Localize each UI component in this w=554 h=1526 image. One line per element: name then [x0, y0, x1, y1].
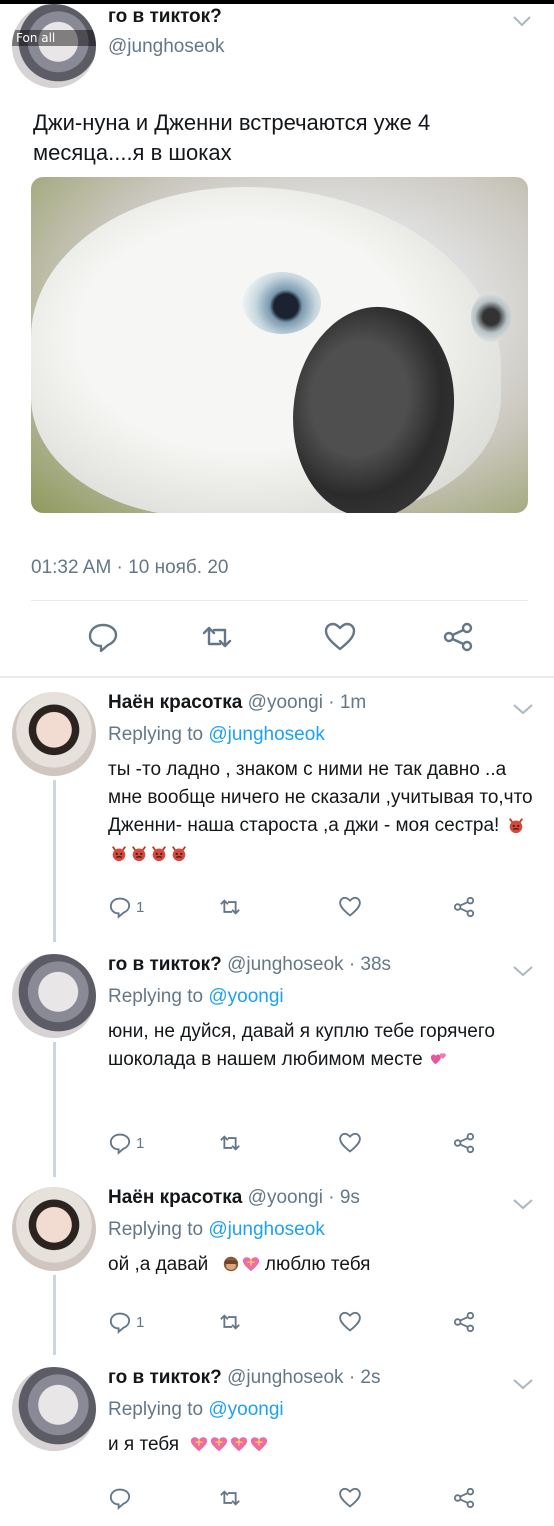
- divider: [0, 676, 554, 678]
- avatar[interactable]: Fon all: [12, 4, 96, 88]
- reply-actions: 1: [108, 1307, 538, 1337]
- reply-tweet: Наён красотка @yoongi · 1m Replying to @…: [0, 680, 554, 942]
- replying-label: Replying to: [108, 986, 204, 1007]
- reply-icon[interactable]: [108, 1131, 132, 1155]
- replying-label: Replying to: [108, 1399, 204, 1420]
- reply-text: ты -то ладно , знаком с ними не так давн…: [108, 756, 538, 868]
- main-tweet: Fon all го в тикток? @junghoseok Джи-нун…: [0, 0, 554, 676]
- tweet-text: Джи-нуна и Дженни встречаются уже 4 меся…: [33, 110, 431, 165]
- devil-emoji-icon: [151, 846, 167, 862]
- heart-with-ribbon-emoji-icon: [231, 1437, 248, 1452]
- like-icon[interactable]: [338, 895, 362, 919]
- retweet-icon[interactable]: [218, 1486, 242, 1510]
- chevron-down-icon[interactable]: [512, 964, 534, 978]
- share-icon[interactable]: [452, 895, 476, 919]
- author-name[interactable]: го в тикток?: [108, 6, 222, 28]
- author-handle-time[interactable]: @junghoseok · 38s: [227, 954, 391, 975]
- reply-tweet: го в тикток? @junghoseok · 2s Replying t…: [0, 1355, 554, 1526]
- author-handle-time[interactable]: @yoongi · 1m: [248, 692, 367, 713]
- avatar[interactable]: [12, 954, 96, 1038]
- heart-with-ribbon-emoji-icon: [211, 1437, 228, 1452]
- reply-icon[interactable]: [108, 1310, 132, 1334]
- reply-count: 1: [136, 898, 145, 916]
- reply-tweet: Наён красотка @yoongi · 9s Replying to @…: [0, 1175, 554, 1355]
- reply-actions: 1: [108, 1128, 538, 1158]
- like-icon[interactable]: [323, 620, 357, 654]
- heart-with-ribbon-emoji-icon: [191, 1437, 208, 1452]
- thread-line: [53, 1275, 56, 1355]
- author-name[interactable]: го в тикток?: [108, 954, 222, 975]
- reply-icon[interactable]: [108, 895, 132, 919]
- replying-to-link[interactable]: @yoongi: [208, 1399, 283, 1420]
- heart-with-ribbon-emoji-icon: [251, 1437, 268, 1452]
- share-icon[interactable]: [452, 1131, 476, 1155]
- tweet-timestamp: 01:32 AM · 10 нояб. 20: [31, 557, 229, 578]
- chevron-down-icon[interactable]: [512, 14, 532, 28]
- author-handle-time[interactable]: @yoongi · 9s: [248, 1187, 360, 1208]
- retweet-icon[interactable]: [218, 1310, 242, 1334]
- share-icon[interactable]: [441, 620, 475, 654]
- reply-actions: 1: [108, 892, 538, 922]
- reply-icon[interactable]: [86, 620, 120, 654]
- like-icon[interactable]: [338, 1131, 362, 1155]
- reply-text: ой ,а давай люблю тебя: [108, 1254, 371, 1275]
- chevron-down-icon[interactable]: [512, 1197, 534, 1211]
- avatar[interactable]: [12, 692, 96, 776]
- author-handle-time[interactable]: @junghoseok · 2s: [227, 1367, 380, 1388]
- heart-with-ribbon-emoji-icon: [242, 1257, 259, 1272]
- chevron-down-icon[interactable]: [512, 702, 534, 716]
- reply-text: и я тебя: [108, 1431, 538, 1459]
- replying-to-link[interactable]: @junghoseok: [208, 1219, 324, 1240]
- author-name[interactable]: го в тикток?: [108, 1367, 222, 1388]
- replying-label: Replying to: [108, 1219, 204, 1240]
- reply-count: 1: [136, 1313, 145, 1331]
- author-name[interactable]: Наён красотка: [108, 1187, 242, 1208]
- devil-emoji-icon: [171, 846, 187, 862]
- author-name[interactable]: Наён красотка: [108, 692, 242, 713]
- see-no-evil-monkey-emoji-icon: [223, 1256, 238, 1272]
- replying-label: Replying to: [108, 724, 204, 745]
- retweet-icon[interactable]: [200, 620, 234, 654]
- devil-emoji-icon: [131, 846, 147, 862]
- like-icon[interactable]: [338, 1486, 362, 1510]
- reply-actions: [108, 1483, 538, 1513]
- reply-count: 1: [136, 1134, 145, 1152]
- tweet-photo[interactable]: [31, 177, 528, 513]
- avatar[interactable]: [12, 1367, 96, 1451]
- two-hearts-emoji-icon: [430, 1053, 446, 1065]
- thread-line: [53, 780, 56, 942]
- retweet-icon[interactable]: [218, 1131, 242, 1155]
- replying-to-link[interactable]: @junghoseok: [208, 724, 324, 745]
- devil-emoji-icon: [508, 818, 523, 834]
- share-icon[interactable]: [452, 1310, 476, 1334]
- like-icon[interactable]: [338, 1310, 362, 1334]
- divider: [31, 600, 528, 601]
- chevron-down-icon[interactable]: [512, 1377, 534, 1391]
- avatar-overlay-label: Fon all: [12, 30, 96, 46]
- devil-emoji-icon: [111, 846, 127, 862]
- author-handle[interactable]: @junghoseok: [108, 36, 224, 58]
- retweet-icon[interactable]: [218, 895, 242, 919]
- thread-line: [53, 1042, 56, 1177]
- avatar[interactable]: [12, 1187, 96, 1271]
- reply-tweet: го в тикток? @junghoseok · 38s Replying …: [0, 942, 554, 1177]
- replying-to-link[interactable]: @yoongi: [208, 986, 283, 1007]
- reply-icon[interactable]: [108, 1486, 132, 1510]
- reply-text: юни, не дуйся, давай я куплю тебе горяче…: [108, 1021, 495, 1070]
- share-icon[interactable]: [452, 1486, 476, 1510]
